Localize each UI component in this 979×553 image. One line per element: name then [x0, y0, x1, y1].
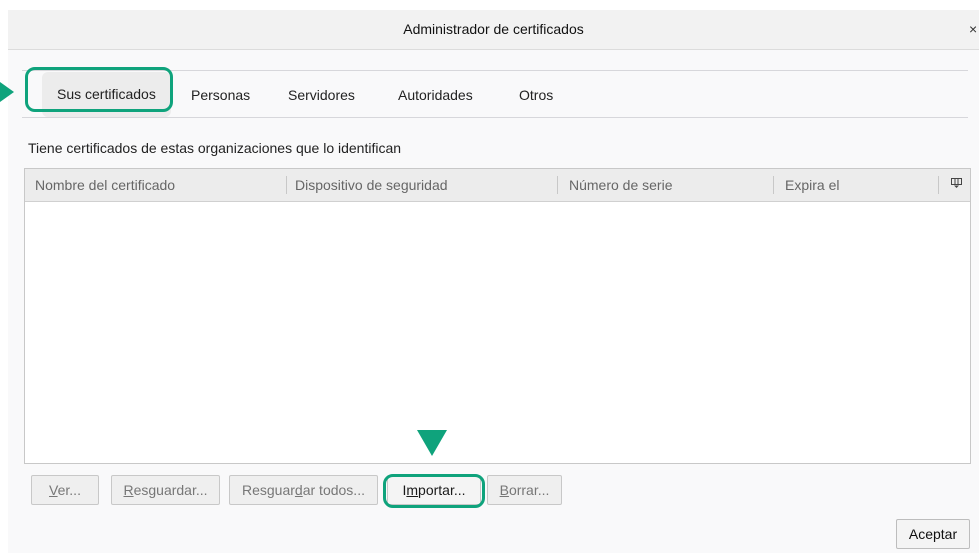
tab-personas[interactable]: Personas: [191, 71, 250, 117]
ver-button[interactable]: Ver...: [31, 475, 99, 505]
tab-autoridades[interactable]: Autoridades: [398, 71, 473, 117]
column-header-name[interactable]: Nombre del certificado: [35, 169, 175, 201]
column-header-device[interactable]: Dispositivo de seguridad: [295, 169, 448, 201]
resguardar-todos-button[interactable]: Resguardar todos...: [229, 475, 378, 505]
column-divider[interactable]: [557, 176, 558, 194]
tab-bar: Sus certificados Personas Servidores Aut…: [22, 70, 968, 118]
certificate-table[interactable]: Nombre del certificado Dispositivo de se…: [24, 168, 971, 464]
tab-servidores[interactable]: Servidores: [288, 71, 355, 117]
table-header: Nombre del certificado Dispositivo de se…: [25, 169, 970, 202]
aceptar-button[interactable]: Aceptar: [896, 519, 970, 549]
close-icon[interactable]: ×: [969, 10, 979, 49]
window-title: Administrador de certificados: [403, 21, 584, 37]
highlight-arrow-left-icon: [0, 82, 14, 102]
description-text: Tiene certificados de estas organizacion…: [28, 140, 402, 156]
importar-button[interactable]: Importar...: [387, 475, 481, 505]
column-picker-icon[interactable]: [951, 169, 962, 201]
tab-otros[interactable]: Otros: [519, 71, 553, 117]
column-divider[interactable]: [938, 176, 939, 194]
column-divider[interactable]: [773, 176, 774, 194]
resguardar-button[interactable]: Resguardar...: [111, 475, 220, 505]
column-header-serial[interactable]: Número de serie: [569, 169, 673, 201]
title-bar: Administrador de certificados ×: [8, 10, 979, 50]
borrar-button[interactable]: Borrar...: [487, 475, 562, 505]
highlight-arrow-down-icon: [417, 430, 447, 456]
column-divider[interactable]: [286, 176, 287, 194]
tab-sus-certificados[interactable]: Sus certificados: [42, 72, 171, 117]
column-header-expires[interactable]: Expira el: [785, 169, 839, 201]
